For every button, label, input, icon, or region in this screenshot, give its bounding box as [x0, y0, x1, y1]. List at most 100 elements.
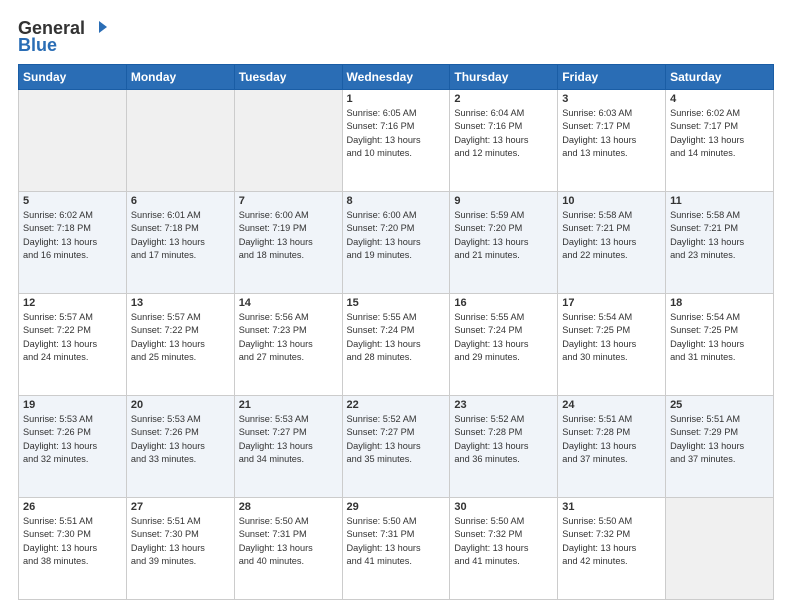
- day-info: Sunrise: 5:53 AM Sunset: 7:26 PM Dayligh…: [131, 413, 230, 466]
- calendar-cell: [126, 90, 234, 192]
- day-number: 2: [454, 93, 553, 105]
- col-header-saturday: Saturday: [666, 65, 774, 90]
- calendar-cell: 6 Sunrise: 6:01 AM Sunset: 7:18 PM Daylig…: [126, 192, 234, 294]
- day-info: Sunrise: 6:02 AM Sunset: 7:18 PM Dayligh…: [23, 209, 122, 262]
- day-number: 8: [347, 195, 446, 207]
- calendar-cell: 21Sunrise: 5:53 AM Sunset: 7:27 PM Dayli…: [234, 396, 342, 498]
- calendar-cell: 23 Sunrise: 5:52 AM Sunset: 7:28 PM Dayli…: [450, 396, 558, 498]
- day-info: Sunrise: 5:57 AM Sunset: 7:22 PM Dayligh…: [131, 311, 230, 364]
- day-number: 22: [347, 399, 446, 411]
- calendar-cell: 17 Sunrise: 5:54 AM Sunset: 7:25 PM Dayli…: [558, 294, 666, 396]
- logo-blue: Blue: [18, 35, 57, 56]
- day-info: Sunrise: 5:50 AM Sunset: 7:31 PM Dayligh…: [239, 515, 338, 568]
- day-number: 21: [239, 399, 338, 411]
- day-number: 3: [562, 93, 661, 105]
- calendar-cell: 18 Sunrise: 5:54 AM Sunset: 7:25 PM Dayli…: [666, 294, 774, 396]
- day-number: 24: [562, 399, 661, 411]
- header: General Blue: [18, 18, 774, 56]
- calendar-cell: 16 Sunrise: 5:55 AM Sunset: 7:24 PM Dayli…: [450, 294, 558, 396]
- day-number: 11: [670, 195, 769, 207]
- calendar-cell: 14 Sunrise: 5:56 AM Sunset: 7:23 PM Dayli…: [234, 294, 342, 396]
- day-number: 18: [670, 297, 769, 309]
- day-info: Sunrise: 5:51 AM Sunset: 7:30 PM Dayligh…: [131, 515, 230, 568]
- calendar-cell: 24 Sunrise: 5:51 AM Sunset: 7:28 PM Dayli…: [558, 396, 666, 498]
- calendar-cell: 7 Sunrise: 6:00 AM Sunset: 7:19 PM Daylig…: [234, 192, 342, 294]
- calendar-cell: 10 Sunrise: 5:58 AM Sunset: 7:21 PM Dayli…: [558, 192, 666, 294]
- col-header-monday: Monday: [126, 65, 234, 90]
- day-info: Sunrise: 5:55 AM Sunset: 7:24 PM Dayligh…: [454, 311, 553, 364]
- calendar-cell: 20 Sunrise: 5:53 AM Sunset: 7:26 PM Dayli…: [126, 396, 234, 498]
- calendar-cell: 29Sunrise: 5:50 AM Sunset: 7:31 PM Dayli…: [342, 498, 450, 600]
- calendar-cell: [666, 498, 774, 600]
- day-number: 28: [239, 501, 338, 513]
- day-info: Sunrise: 5:53 AM Sunset: 7:26 PM Dayligh…: [23, 413, 122, 466]
- day-number: 1: [347, 93, 446, 105]
- day-number: 26: [23, 501, 122, 513]
- logo: General Blue: [18, 18, 109, 56]
- day-info: Sunrise: 5:54 AM Sunset: 7:25 PM Dayligh…: [670, 311, 769, 364]
- day-number: 25: [670, 399, 769, 411]
- day-number: 6: [131, 195, 230, 207]
- day-info: Sunrise: 5:58 AM Sunset: 7:21 PM Dayligh…: [562, 209, 661, 262]
- day-number: 30: [454, 501, 553, 513]
- day-number: 7: [239, 195, 338, 207]
- day-info: Sunrise: 5:58 AM Sunset: 7:21 PM Dayligh…: [670, 209, 769, 262]
- calendar-table: SundayMondayTuesdayWednesdayThursdayFrid…: [18, 64, 774, 600]
- day-number: 16: [454, 297, 553, 309]
- calendar-cell: 11 Sunrise: 5:58 AM Sunset: 7:21 PM Dayli…: [666, 192, 774, 294]
- day-info: Sunrise: 5:52 AM Sunset: 7:27 PM Dayligh…: [347, 413, 446, 466]
- calendar-cell: 30 Sunrise: 5:50 AM Sunset: 7:32 PM Dayli…: [450, 498, 558, 600]
- day-info: Sunrise: 5:50 AM Sunset: 7:32 PM Dayligh…: [562, 515, 661, 568]
- day-info: Sunrise: 5:59 AM Sunset: 7:20 PM Dayligh…: [454, 209, 553, 262]
- calendar-cell: 25 Sunrise: 5:51 AM Sunset: 7:29 PM Dayli…: [666, 396, 774, 498]
- col-header-tuesday: Tuesday: [234, 65, 342, 90]
- day-info: Sunrise: 5:51 AM Sunset: 7:30 PM Dayligh…: [23, 515, 122, 568]
- day-number: 12: [23, 297, 122, 309]
- day-info: Sunrise: 6:00 AM Sunset: 7:20 PM Dayligh…: [347, 209, 446, 262]
- calendar-cell: 13Sunrise: 5:57 AM Sunset: 7:22 PM Dayli…: [126, 294, 234, 396]
- day-number: 10: [562, 195, 661, 207]
- logo-flag-icon: [89, 19, 109, 39]
- day-info: Sunrise: 5:54 AM Sunset: 7:25 PM Dayligh…: [562, 311, 661, 364]
- day-info: Sunrise: 6:02 AM Sunset: 7:17 PM Dayligh…: [670, 107, 769, 160]
- day-info: Sunrise: 5:52 AM Sunset: 7:28 PM Dayligh…: [454, 413, 553, 466]
- day-info: Sunrise: 6:03 AM Sunset: 7:17 PM Dayligh…: [562, 107, 661, 160]
- day-number: 15: [347, 297, 446, 309]
- col-header-friday: Friday: [558, 65, 666, 90]
- col-header-thursday: Thursday: [450, 65, 558, 90]
- day-number: 9: [454, 195, 553, 207]
- day-number: 17: [562, 297, 661, 309]
- calendar-cell: 4 Sunrise: 6:02 AM Sunset: 7:17 PM Daylig…: [666, 90, 774, 192]
- day-info: Sunrise: 5:50 AM Sunset: 7:32 PM Dayligh…: [454, 515, 553, 568]
- page: General Blue SundayMondayTuesdayWednesda…: [0, 0, 792, 612]
- day-number: 27: [131, 501, 230, 513]
- calendar-cell: 15Sunrise: 5:55 AM Sunset: 7:24 PM Dayli…: [342, 294, 450, 396]
- day-number: 29: [347, 501, 446, 513]
- calendar-cell: 3 Sunrise: 6:03 AM Sunset: 7:17 PM Daylig…: [558, 90, 666, 192]
- calendar-cell: 12 Sunrise: 5:57 AM Sunset: 7:22 PM Dayli…: [19, 294, 127, 396]
- calendar-cell: 31Sunrise: 5:50 AM Sunset: 7:32 PM Dayli…: [558, 498, 666, 600]
- calendar-cell: 19Sunrise: 5:53 AM Sunset: 7:26 PM Dayli…: [19, 396, 127, 498]
- col-header-sunday: Sunday: [19, 65, 127, 90]
- day-number: 20: [131, 399, 230, 411]
- day-info: Sunrise: 5:57 AM Sunset: 7:22 PM Dayligh…: [23, 311, 122, 364]
- day-info: Sunrise: 5:56 AM Sunset: 7:23 PM Dayligh…: [239, 311, 338, 364]
- calendar-cell: 5 Sunrise: 6:02 AM Sunset: 7:18 PM Daylig…: [19, 192, 127, 294]
- calendar-cell: 27 Sunrise: 5:51 AM Sunset: 7:30 PM Dayli…: [126, 498, 234, 600]
- calendar-cell: 2 Sunrise: 6:04 AM Sunset: 7:16 PM Daylig…: [450, 90, 558, 192]
- day-number: 14: [239, 297, 338, 309]
- calendar-cell: 1 Sunrise: 6:05 AM Sunset: 7:16 PM Daylig…: [342, 90, 450, 192]
- day-number: 23: [454, 399, 553, 411]
- calendar-cell: 28 Sunrise: 5:50 AM Sunset: 7:31 PM Dayli…: [234, 498, 342, 600]
- day-info: Sunrise: 5:51 AM Sunset: 7:28 PM Dayligh…: [562, 413, 661, 466]
- day-info: Sunrise: 5:51 AM Sunset: 7:29 PM Dayligh…: [670, 413, 769, 466]
- day-info: Sunrise: 6:01 AM Sunset: 7:18 PM Dayligh…: [131, 209, 230, 262]
- calendar-cell: 8 Sunrise: 6:00 AM Sunset: 7:20 PM Daylig…: [342, 192, 450, 294]
- calendar-cell: [234, 90, 342, 192]
- day-number: 4: [670, 93, 769, 105]
- calendar-cell: 26 Sunrise: 5:51 AM Sunset: 7:30 PM Dayli…: [19, 498, 127, 600]
- day-number: 5: [23, 195, 122, 207]
- day-info: Sunrise: 6:04 AM Sunset: 7:16 PM Dayligh…: [454, 107, 553, 160]
- day-info: Sunrise: 6:00 AM Sunset: 7:19 PM Dayligh…: [239, 209, 338, 262]
- day-info: Sunrise: 6:05 AM Sunset: 7:16 PM Dayligh…: [347, 107, 446, 160]
